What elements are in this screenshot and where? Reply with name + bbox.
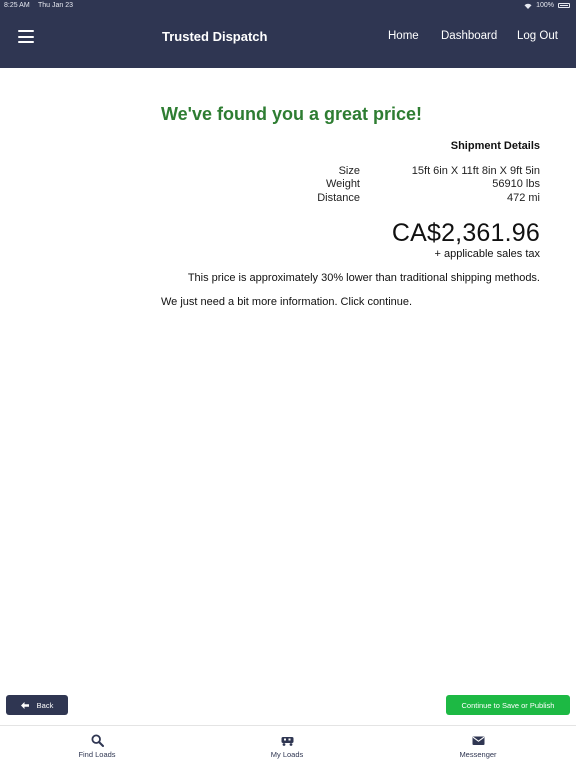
wifi-icon	[524, 3, 532, 9]
tax-note: + applicable sales tax	[434, 247, 540, 260]
detail-value: 472 mi	[506, 191, 540, 204]
hamburger-menu-icon[interactable]	[18, 30, 34, 43]
status-bar: 8:25 AM Thu Jan 23 100%	[0, 0, 576, 12]
detail-value: 56910 lbs	[492, 178, 540, 191]
detail-value: 15ft 6in X 11ft 8in X 9ft 5in	[411, 164, 540, 177]
nav-home-link[interactable]: Home	[388, 30, 419, 42]
detail-label: Weight	[325, 178, 360, 191]
truck-icon	[281, 737, 293, 746]
detail-label: Distance	[317, 191, 360, 204]
detail-row-weight: Weight 56910 lbs	[161, 178, 540, 192]
tab-label: Messenger	[459, 750, 497, 759]
arrow-left-icon	[20, 701, 29, 709]
status-date: Thu Jan 23	[38, 2, 74, 9]
bottom-tab-bar: Find Loads My Loads Messenger	[0, 725, 576, 768]
quoted-price: CA$2,361.96	[391, 218, 540, 247]
back-button[interactable]: Back	[6, 695, 68, 715]
mail-icon	[472, 736, 484, 745]
continue-button[interactable]: Continue to Save or Publish	[446, 695, 570, 715]
battery-percent: 100%	[536, 2, 554, 9]
info-note: We just need a bit more information. Cli…	[161, 295, 413, 308]
battery-icon	[558, 3, 570, 8]
tab-label: Find Loads	[78, 750, 116, 759]
quote-panel: We've found you a great price! Shipment …	[161, 104, 540, 308]
status-time: 8:25 AM	[4, 2, 30, 9]
detail-label: Size	[338, 164, 360, 177]
shipment-details-title: Shipment Details	[450, 140, 540, 152]
detail-row-distance: Distance 472 mi	[161, 191, 540, 205]
tab-label: My Loads	[270, 750, 304, 759]
tab-find-loads[interactable]: Find Loads	[47, 734, 147, 759]
continue-button-label: Continue to Save or Publish	[461, 700, 555, 710]
app-title: Trusted Dispatch	[162, 29, 268, 44]
page-headline: We've found you a great price!	[161, 104, 422, 124]
tab-messenger[interactable]: Messenger	[428, 734, 528, 759]
detail-row-size: Size 15ft 6in X 11ft 8in X 9ft 5in	[161, 164, 540, 178]
savings-note: This price is approximately 30% lower th…	[187, 271, 540, 284]
app-header: 8:25 AM Thu Jan 23 100% Trusted Dispatch…	[0, 0, 576, 68]
nav-logout-link[interactable]: Log Out	[517, 30, 558, 42]
tab-my-loads[interactable]: My Loads	[237, 734, 337, 759]
back-button-label: Back	[36, 700, 54, 710]
search-icon	[90, 734, 104, 747]
status-indicators: 100%	[524, 2, 570, 9]
shipment-details: Size 15ft 6in X 11ft 8in X 9ft 5in Weigh…	[161, 164, 540, 205]
nav-dashboard-link[interactable]: Dashboard	[441, 30, 497, 42]
